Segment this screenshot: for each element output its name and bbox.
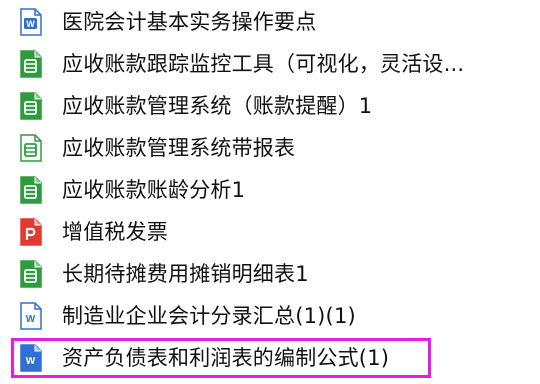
file-item[interactable]: 应收账款跟踪监控工具（可视化，灵活设... bbox=[0, 44, 540, 84]
spreadsheet-icon bbox=[20, 176, 42, 204]
file-name: 长期待摊费用摊销明细表1 bbox=[62, 262, 309, 286]
file-item[interactable]: 应收账款管理系统（账款提醒）1 bbox=[0, 86, 540, 126]
file-item[interactable]: 长期待摊费用摊销明细表1 bbox=[0, 254, 540, 294]
file-name: 医院会计基本实务操作要点 bbox=[62, 10, 317, 34]
file-name: 增值税发票 bbox=[62, 220, 168, 244]
spreadsheet-template-icon bbox=[20, 134, 42, 162]
spreadsheet-icon bbox=[20, 92, 42, 120]
file-item[interactable]: 应收账款管理系统带报表 bbox=[0, 128, 540, 168]
file-name: 应收账款管理系统（账款提醒）1 bbox=[62, 94, 373, 118]
svg-text:W: W bbox=[26, 19, 35, 29]
word-doc-icon: W bbox=[20, 8, 42, 36]
file-name: 应收账款跟踪监控工具（可视化，灵活设... bbox=[62, 52, 465, 76]
file-item[interactable]: W 制造业企业会计分录汇总(1)(1) bbox=[0, 296, 540, 336]
word-doc-icon: W bbox=[20, 302, 42, 330]
spreadsheet-icon bbox=[20, 260, 42, 288]
svg-text:W: W bbox=[26, 314, 36, 325]
spreadsheet-icon bbox=[20, 50, 42, 78]
file-name: 应收账款管理系统带报表 bbox=[62, 136, 296, 160]
pdf-icon bbox=[20, 218, 42, 246]
file-name: 制造业企业会计分录汇总(1)(1) bbox=[62, 304, 356, 328]
file-list: W 医院会计基本实务操作要点 应收账款跟踪监控工具（可视化，灵活设... 应收账… bbox=[0, 0, 540, 384]
file-item[interactable]: W 医院会计基本实务操作要点 bbox=[0, 2, 540, 42]
file-item[interactable]: 应收账款账龄分析1 bbox=[0, 170, 540, 210]
file-item[interactable]: 增值税发票 bbox=[0, 212, 540, 252]
selection-highlight bbox=[11, 338, 431, 378]
file-name: 应收账款账龄分析1 bbox=[62, 178, 246, 202]
